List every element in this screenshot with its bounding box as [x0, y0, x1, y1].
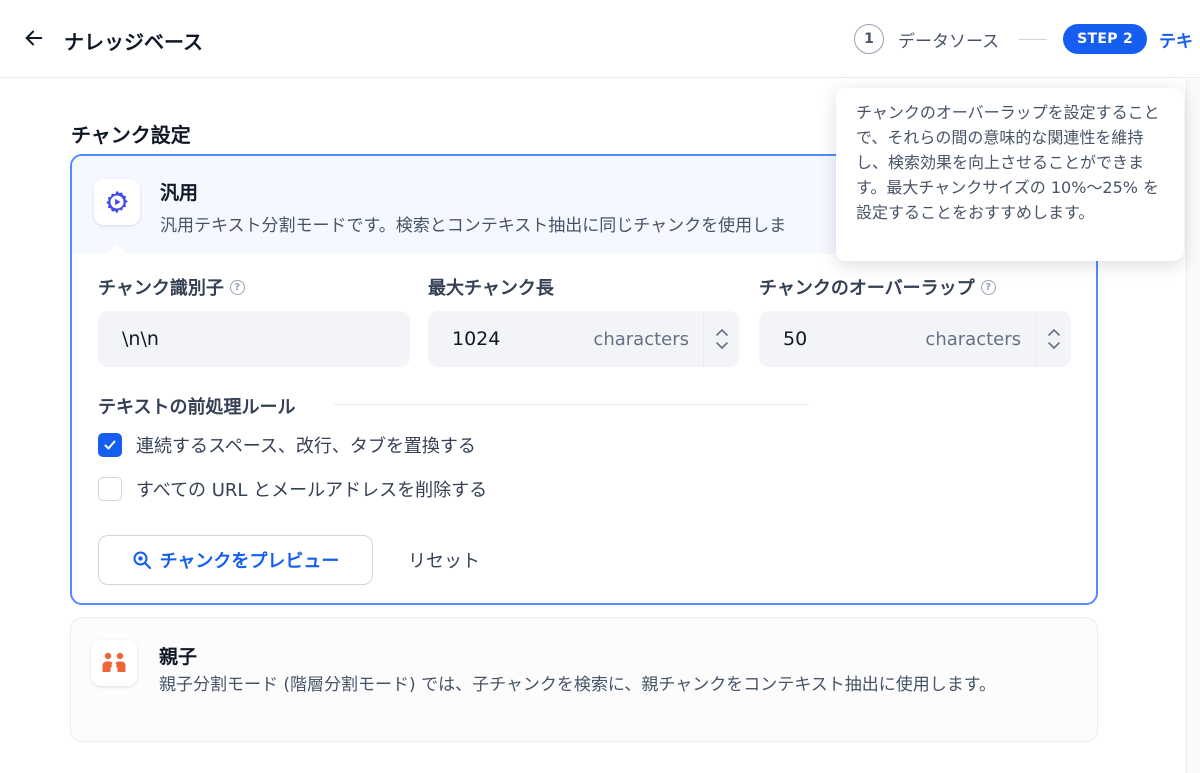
- max-chunk-length-unit: characters: [593, 328, 689, 350]
- top-header: ナレッジベース 1 データソース STEP 2 テキ: [0, 0, 1200, 78]
- step-1-label: データソース: [898, 31, 1000, 52]
- checkbox-checked[interactable]: [98, 433, 122, 457]
- chevron-down-icon[interactable]: [715, 342, 728, 350]
- chunk-settings-title: チャンク設定: [71, 123, 191, 147]
- chevron-up-icon[interactable]: [1047, 328, 1060, 336]
- general-mode-name: 汎用: [160, 182, 199, 204]
- parent-child-mode-description: 親子分割モード (階層分割モード) では、子チャンクを検索に、親チャンクをコンテ…: [159, 675, 997, 695]
- back-arrow-icon[interactable]: [20, 24, 48, 52]
- preview-chunks-label: チャンクをプレビュー: [159, 551, 340, 572]
- checkbox-unchecked[interactable]: [98, 477, 122, 501]
- rule-replace-whitespace-label: 連続するスペース、改行、タブを置換する: [136, 436, 476, 457]
- chunk-overlap-value: 50: [783, 328, 808, 350]
- parent-child-mode-name: 親子: [159, 646, 198, 668]
- chevron-down-icon[interactable]: [1047, 342, 1060, 350]
- step-2-label: テキ: [1159, 31, 1194, 52]
- reset-button[interactable]: リセット: [408, 547, 480, 573]
- preprocessing-rules-title: テキストの前処理ルール: [98, 397, 296, 418]
- gear-play-icon: [106, 190, 128, 214]
- chunk-overlap-label: チャンクのオーバーラップ ?: [759, 274, 996, 300]
- chunk-identifier-label: チャンク識別子 ?: [98, 274, 245, 300]
- chunk-identifier-value: \n\n: [122, 328, 159, 350]
- rule-remove-urls[interactable]: すべての URL とメールアドレスを削除する: [98, 476, 487, 502]
- check-icon: [104, 440, 116, 450]
- chevron-up-icon[interactable]: [715, 328, 728, 336]
- max-chunk-length-input[interactable]: 1024 characters: [428, 311, 739, 367]
- general-mode-icon-wrap: [94, 179, 140, 225]
- max-chunk-length-label: 最大チャンク長: [428, 278, 554, 299]
- step-1-number: 1: [854, 24, 884, 54]
- chunk-identifier-input[interactable]: \n\n: [98, 311, 410, 367]
- max-chunk-length-value: 1024: [452, 328, 501, 350]
- rule-remove-urls-label: すべての URL とメールアドレスを削除する: [136, 480, 488, 501]
- preview-chunks-button[interactable]: チャンクをプレビュー: [98, 535, 373, 585]
- parent-child-icon-wrap: [91, 640, 137, 686]
- chunk-identifier-label-text: チャンク識別子: [98, 278, 224, 299]
- general-mode-description: 汎用テキスト分割モードです。検索とコンテキスト抽出に同じチャンクを使用しま: [160, 216, 787, 236]
- question-icon[interactable]: ?: [229, 279, 245, 295]
- chunk-overlap-stepper[interactable]: [1035, 311, 1071, 367]
- search-eye-icon: [133, 551, 151, 570]
- chunk-overlap-unit: characters: [925, 328, 1021, 350]
- chunk-overlap-label-text: チャンクのオーバーラップ: [759, 278, 975, 299]
- question-icon[interactable]: ?: [980, 279, 996, 295]
- step-divider: [1019, 38, 1048, 40]
- rule-replace-whitespace[interactable]: 連続するスペース、改行、タブを置換する: [98, 432, 476, 458]
- parent-child-icon: [102, 652, 126, 672]
- card-notch: [107, 244, 127, 264]
- overlap-help-tooltip: チャンクのオーバーラップを設定することで、それらの間の意味的な関連性を維持し、検…: [836, 88, 1184, 261]
- parent-child-mode-card[interactable]: 親子 親子分割モード (階層分割モード) では、子チャンクを検索に、親チャンクを…: [70, 617, 1098, 742]
- page-title: ナレッジベース: [64, 30, 203, 54]
- right-preview-panel: [1186, 79, 1200, 773]
- rules-divider: [334, 404, 809, 405]
- chunk-overlap-input[interactable]: 50 characters: [759, 311, 1071, 367]
- max-chunk-length-stepper[interactable]: [703, 311, 739, 367]
- step-indicator: 1 データソース STEP 2 テキ: [854, 24, 1193, 54]
- step-2-badge: STEP 2: [1063, 24, 1148, 54]
